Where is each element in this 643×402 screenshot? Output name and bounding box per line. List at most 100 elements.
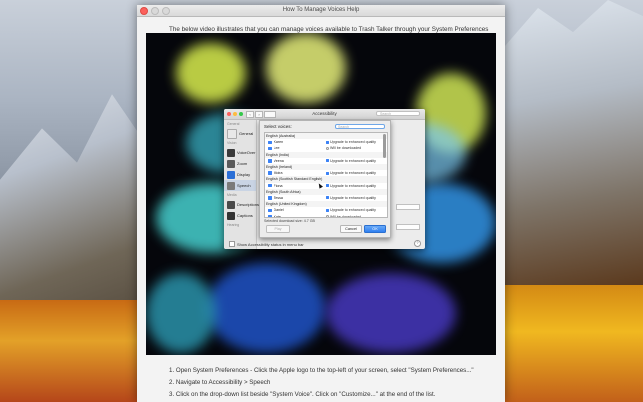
show-status-checkbox-row: Show Accessibility status in menu bar (229, 241, 304, 247)
voice-status-text: Upgrade to enhanced quality (330, 158, 376, 163)
cancel-button: Cancel (340, 225, 362, 233)
display-icon (227, 170, 235, 179)
voice-checkbox (268, 171, 272, 175)
help-icon: ? (414, 240, 421, 247)
video-color-burst (206, 263, 326, 353)
video-color-burst (146, 273, 216, 353)
ok-button: OK (364, 225, 386, 233)
general-icon (227, 128, 237, 139)
voice-status-text: Upgrade to enhanced quality (330, 208, 376, 213)
video-color-burst (326, 273, 456, 353)
zoom-button[interactable] (162, 7, 170, 15)
voice-status: Upgrade to enhanced quality (325, 195, 376, 200)
window-controls (140, 7, 170, 15)
voice-status-text: Upgrade to enhanced quality (330, 171, 376, 176)
sidebar-item-label: Display (237, 172, 251, 177)
voice-status: Upgrade to enhanced quality (325, 183, 376, 188)
voice-status: Will be downloaded (325, 146, 362, 151)
sidebar-item-label: Speech (237, 183, 251, 188)
sidebar-heading: General (227, 122, 240, 126)
upgrade-checkbox-icon (325, 140, 329, 144)
minimize-button[interactable] (151, 7, 159, 15)
window-title: How To Manage Voices Help (282, 7, 360, 13)
voice-checkbox (268, 208, 272, 213)
select-voices-label: Select voices: (264, 123, 292, 129)
voice-list-scrollbar (383, 134, 386, 158)
wallpaper-trees-right (503, 285, 643, 402)
descriptions-icon (227, 200, 235, 209)
download-size-text: Selected download size: 4.7 GB (264, 219, 315, 223)
pane-control (396, 224, 420, 230)
dialog-titlebar: ‹ › Accessibility Search (224, 109, 425, 120)
sidebar-subheading: Hearing (227, 223, 240, 227)
voice-status-text: Upgrade to enhanced quality (330, 140, 376, 145)
voice-status: Upgrade to enhanced quality (325, 171, 376, 176)
voice-search-field: Search (335, 123, 385, 129)
upgrade-checkbox-icon (325, 184, 329, 188)
sidebar-item-label: Descriptions (237, 202, 260, 207)
voice-status: Upgrade to enhanced quality (325, 208, 376, 213)
play-button: Play (266, 225, 290, 233)
close-button[interactable] (140, 7, 148, 15)
voice-name: Kate (273, 214, 281, 218)
voice-checkbox (268, 196, 272, 200)
download-icon (325, 215, 329, 217)
voice-status: Upgrade to enhanced quality (325, 158, 376, 163)
video-color-burst (266, 33, 346, 103)
voice-name: Veena (273, 158, 284, 163)
upgrade-checkbox-icon (325, 159, 329, 163)
voice-status-text: Will be downloaded (330, 214, 362, 218)
sidebar-item-voiceover: VoiceOver (224, 147, 256, 158)
intro-text: The below video illustrates that you can… (169, 26, 489, 33)
voice-name: Daniel (273, 208, 284, 213)
voice-status: Will be downloaded (325, 214, 362, 218)
sidebar-item-label: General (239, 131, 254, 136)
captions-icon (227, 211, 235, 220)
upgrade-checkbox-icon (325, 208, 329, 212)
sidebar-item-captions: Captions (224, 210, 256, 221)
voice-row: Kate Will be downloaded (265, 213, 387, 218)
voice-checkbox (268, 214, 272, 217)
show-status-label: Show Accessibility status in menu bar (237, 241, 304, 247)
sidebar-item-descriptions: Descriptions (224, 199, 260, 210)
sidebar-subheading: Vision (227, 141, 237, 145)
sidebar-item-general: General (224, 128, 256, 139)
sheet-header: Select voices: Search (260, 121, 390, 131)
help-window: How To Manage Voices Help The below vide… (137, 5, 505, 402)
zoom-icon (227, 159, 235, 168)
instruction-steps: 1. Open System Preferences - Click the A… (169, 365, 474, 401)
voiceover-icon (227, 148, 235, 157)
upgrade-checkbox-icon (325, 196, 329, 200)
step-2: 2. Navigate to Accessibility > Speech (169, 379, 271, 386)
voice-name: Moira (273, 171, 283, 176)
show-status-checkbox (229, 241, 235, 247)
voice-status-text: Upgrade to enhanced quality (330, 195, 376, 200)
step-1: 1. Open System Preferences - Click the A… (169, 367, 474, 374)
voice-list: English (Australia) Karen Upgrade to enha… (264, 132, 388, 218)
voice-checkbox (268, 183, 272, 188)
upgrade-checkbox-icon (325, 171, 329, 175)
sidebar-item-zoom: Zoom (224, 158, 256, 169)
select-voices-sheet: Select voices: Search English (Australia… (259, 120, 391, 238)
sidebar-subheading: Media (227, 193, 237, 197)
sidebar-item-label: Zoom (237, 161, 248, 166)
voice-name: Tessa (273, 195, 283, 200)
sidebar-item-label: VoiceOver (237, 150, 256, 155)
voice-checkbox (268, 140, 272, 145)
voice-name: Karen (273, 140, 284, 145)
dialog-search-field: Search (376, 111, 420, 116)
voice-status-text: Upgrade to enhanced quality (330, 183, 376, 188)
window-titlebar[interactable]: How To Manage Voices Help (137, 5, 505, 17)
voice-status: Upgrade to enhanced quality (325, 140, 376, 145)
sidebar-item-speech: Speech (224, 180, 256, 191)
wallpaper-trees-left (0, 300, 140, 402)
pane-control (396, 204, 420, 210)
speech-icon (227, 181, 235, 190)
step-3: 3. Click on the drop-down list beside "S… (169, 391, 436, 398)
tutorial-video[interactable]: ‹ › Accessibility Search General General… (146, 33, 496, 355)
sidebar-item-display: Display (224, 169, 256, 180)
voice-checkbox (268, 159, 272, 163)
download-icon (325, 146, 329, 150)
sidebar-item-label: Captions (237, 213, 253, 218)
voice-status-text: Will be downloaded (330, 146, 362, 151)
